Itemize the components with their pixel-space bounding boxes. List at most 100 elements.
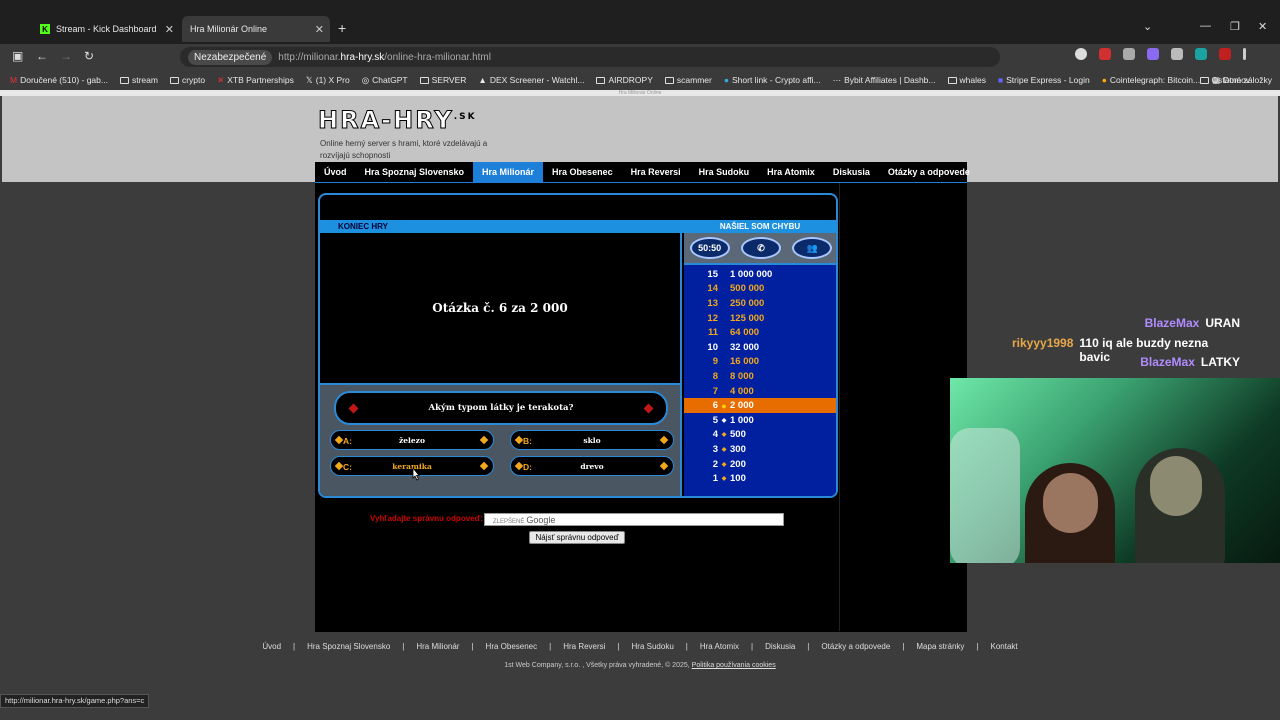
menu-item-diskusia[interactable]: Diskusia (824, 162, 879, 182)
copyright: 1st Web Company, s.r.o. , Všetky práva v… (504, 662, 776, 669)
footer-link[interactable]: Hra Spoznaj Slovensko (307, 642, 390, 651)
bookmark-item[interactable]: whales (947, 75, 986, 85)
menu-item-milionar[interactable]: Hra Milionár (473, 162, 544, 182)
extension-icon[interactable] (1123, 48, 1135, 60)
bookmark-item[interactable]: AIRDROPY (596, 75, 653, 85)
bookmark-item[interactable]: ✕ XTB Partnerships (217, 75, 294, 86)
site-logo[interactable]: HRA-HRY.SK (318, 106, 477, 135)
extension-icon[interactable] (1195, 48, 1207, 60)
footer-separator: | (902, 642, 905, 651)
tab-list-icon[interactable]: ⌄ (1143, 20, 1152, 33)
google-search-input[interactable]: ZLEPŠENÉ Google (484, 513, 784, 526)
bookmark-item[interactable]: ▲ DEX Screener - Watchl... (478, 75, 584, 85)
ladder-row: 10 32 000 (684, 340, 836, 355)
answer-a[interactable]: A: železo (330, 430, 494, 450)
mouse-cursor-icon (412, 467, 420, 481)
bookmark-item[interactable]: ● Short link - Crypto affi... (724, 75, 821, 85)
extension-icon[interactable] (1219, 48, 1231, 60)
url-field[interactable]: Nezabezpečené http://milionar.hra-hry.sk… (180, 47, 1000, 67)
tab-kick-dashboard[interactable]: K Stream - Kick Dashboard ✕ (32, 16, 180, 42)
bookmark-item[interactable]: ■ Stripe Express - Login (998, 75, 1090, 85)
guest-person (1135, 448, 1225, 563)
sidebar-icon[interactable]: ▣ (12, 49, 23, 63)
report-bug-button[interactable]: NAŠIEL SOM CHYBU (682, 220, 836, 233)
cookies-link[interactable]: Politika používania cookies (692, 662, 776, 669)
find-answer-button[interactable]: Nájsť správnu odpoveď (529, 531, 625, 544)
ladder-level: 2 (712, 458, 718, 470)
extension-icon[interactable] (1147, 48, 1159, 60)
close-icon[interactable]: ✕ (165, 23, 174, 36)
column-divider (839, 183, 840, 631)
answer-text: železo (399, 436, 425, 445)
fifty-fifty-lifeline[interactable]: 50:50 (689, 237, 730, 259)
ladder-level: 4 (712, 429, 718, 441)
answer-b[interactable]: B: sklo (510, 430, 674, 450)
menu-item-spoznaj-slovensko[interactable]: Hra Spoznaj Slovensko (356, 162, 474, 182)
maximize-button[interactable]: ❐ (1230, 20, 1240, 33)
level-dot-icon: ◆ (721, 476, 727, 483)
footer-link[interactable]: Mapa stránky (916, 642, 964, 651)
menu-item-atomix[interactable]: Hra Atomix (758, 162, 824, 182)
ladder-amount: 1 000 (730, 414, 754, 426)
minimize-button[interactable]: — (1200, 20, 1211, 32)
footer-link[interactable]: Diskusia (765, 642, 795, 651)
bookmarks-bar: M Doručené (510) - gab... stream crypto ✕… (0, 70, 1280, 90)
end-game-button[interactable]: KONIEC HRY (320, 220, 682, 233)
footer-link[interactable]: Hra Sudoku (632, 642, 674, 651)
ladder-row: 11 64 000 (684, 325, 836, 340)
footer-link[interactable]: Úvod (262, 642, 281, 651)
ladder-amount: 125 000 (730, 312, 765, 324)
security-badge[interactable]: Nezabezpečené (188, 49, 273, 65)
ladder-level: 11 (707, 327, 718, 339)
new-tab-button[interactable]: + (338, 20, 346, 36)
menu-item-reversi[interactable]: Hra Reversi (622, 162, 690, 182)
footer-separator: | (471, 642, 474, 651)
footer-link[interactable]: Hra Reversi (563, 642, 605, 651)
level-dot-icon: ◆ (721, 446, 727, 453)
audience-lifeline-icon[interactable]: 👥 (792, 237, 833, 259)
ladder-level: 8 (712, 370, 718, 382)
bookmark-item[interactable]: ⋯ Bybit Affiliates | Dashb... (833, 75, 936, 86)
bookmark-item[interactable]: stream (119, 75, 158, 85)
menu-item-otazky[interactable]: Otázky a odpovede (879, 162, 979, 182)
answer-d[interactable]: D: drevo (510, 456, 674, 476)
back-button[interactable]: ← (36, 49, 48, 63)
menu-icon[interactable] (1243, 48, 1246, 60)
ladder-row: 5 ◆ 1 000 (684, 413, 836, 428)
bookmark-item[interactable]: ● Cointelegraph: Bitcoin... (1102, 75, 1200, 85)
search-label: Vyhľadajte správnu odpoveď: (370, 514, 484, 523)
menu-item-uvod[interactable]: Úvod (315, 162, 356, 182)
lifelines: 50:50 ✆ 👥 (684, 233, 836, 265)
bookmark-item[interactable]: 𝕏 (1) X Pro (306, 75, 350, 86)
bookmark-item[interactable]: scammer (664, 75, 712, 85)
bookmark-item[interactable]: ◎ ChatGPT (362, 75, 408, 86)
ladder-amount: 100 (730, 473, 746, 485)
bookmark-item[interactable]: M Doručené (510) - gab... (10, 75, 108, 85)
window-close-button[interactable]: ✕ (1258, 20, 1267, 33)
bookmark-item[interactable]: SERVER (419, 75, 466, 85)
extension-icon[interactable] (1099, 48, 1111, 60)
forward-button[interactable]: → (60, 49, 72, 63)
tab-hra-milionar[interactable]: Hra Milionár Online ✕ (182, 16, 330, 42)
phone-lifeline-icon[interactable]: ✆ (740, 237, 781, 259)
close-icon[interactable]: ✕ (315, 23, 324, 36)
menu-item-sudoku[interactable]: Hra Sudoku (690, 162, 759, 182)
profile-icon[interactable] (1075, 48, 1087, 60)
ladder-row: 13 250 000 (684, 296, 836, 311)
extensions-puzzle-icon[interactable] (1171, 48, 1183, 60)
ladder-amount: 4 000 (730, 385, 754, 397)
footer-link[interactable]: Hra Obesenec (486, 642, 538, 651)
ladder-amount: 200 (730, 458, 746, 470)
footer-link[interactable]: Hra Atomix (700, 642, 739, 651)
stream-chat-overlay: BlazeMax URAN rikyyy1998 110 iq ale buzdy n… (1012, 316, 1280, 375)
bookmark-other-folder[interactable]: Ostatné záložky (1199, 75, 1272, 85)
footer-link[interactable]: Otázky a odpovede (821, 642, 890, 651)
millionaire-game: KONIEC HRY NAŠIEL SOM CHYBU Otázka č. 6 … (318, 193, 838, 498)
reload-button[interactable]: ↻ (84, 49, 94, 63)
footer-link[interactable]: Hra Milionár (416, 642, 459, 651)
bookmark-item[interactable]: crypto (169, 75, 205, 85)
menu-item-obesenec[interactable]: Hra Obesenec (543, 162, 622, 182)
ladder-level: 13 (707, 297, 718, 309)
main-content: KONIEC HRY NAŠIEL SOM CHYBU Otázka č. 6 … (315, 182, 967, 632)
footer-link[interactable]: Kontakt (991, 642, 1018, 651)
